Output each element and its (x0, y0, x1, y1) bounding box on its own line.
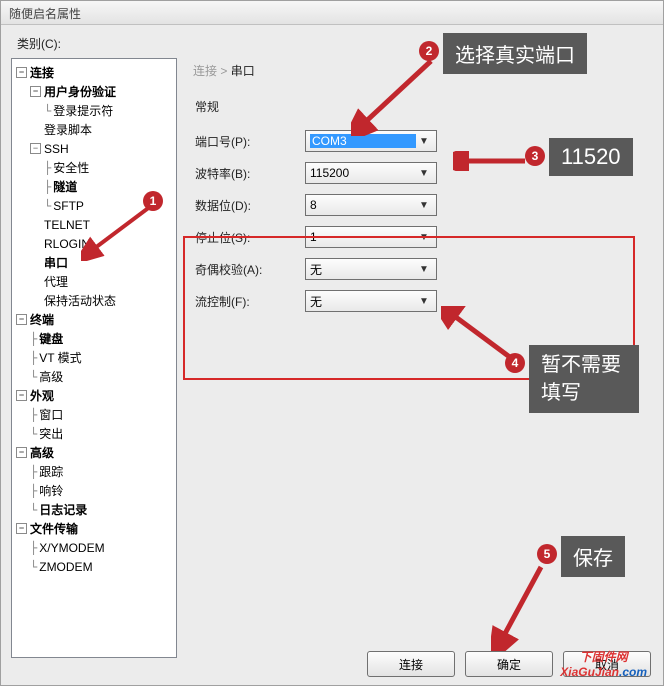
tree-trace[interactable]: ├跟踪 (28, 462, 174, 481)
baud-combo[interactable]: 115200 ▼ (305, 162, 437, 184)
tree-security[interactable]: ├安全性 (42, 158, 174, 177)
breadcrumb-current: 串口 (231, 64, 255, 78)
tree-highlight[interactable]: └突出 (28, 424, 174, 443)
tree-telnet[interactable]: TELNET (28, 215, 174, 234)
tree-prompt[interactable]: └登录提示符 (42, 101, 174, 120)
tree-serial[interactable]: 串口 (28, 253, 174, 272)
baud-value: 115200 (310, 166, 416, 180)
tree-window[interactable]: ├窗口 (28, 405, 174, 424)
collapse-icon[interactable]: − (30, 86, 41, 97)
annotation-badge-4: 4 (505, 353, 525, 373)
collapse-icon[interactable]: − (16, 67, 27, 78)
connect-button[interactable]: 连接 (367, 651, 455, 677)
tree-script[interactable]: 登录脚本 (28, 120, 174, 139)
tree-terminal[interactable]: −终端 (14, 310, 174, 329)
collapse-icon[interactable]: − (16, 447, 27, 458)
tree-appearance[interactable]: −外观 (14, 386, 174, 405)
tree-advanced-term[interactable]: └高级 (28, 367, 174, 386)
tree-keepalive[interactable]: 保持活动状态 (28, 291, 174, 310)
tree-bell[interactable]: ├响铃 (28, 481, 174, 500)
tree-connection[interactable]: −连接 (14, 63, 174, 82)
collapse-icon[interactable]: − (30, 143, 41, 154)
window-title: 随便启名属性 (9, 7, 81, 21)
tree-proxy[interactable]: 代理 (28, 272, 174, 291)
tree-keyboard[interactable]: ├键盘 (28, 329, 174, 348)
annotation-badge-3: 3 (525, 146, 545, 166)
port-value: COM3 (310, 134, 416, 148)
chevron-down-icon: ▼ (416, 168, 432, 179)
dialog-buttons: 连接 确定 取消 (367, 651, 651, 677)
databits-label: 数据位(D): (195, 197, 305, 214)
tree-logging[interactable]: └日志记录 (28, 500, 174, 519)
tree-filetransfer[interactable]: −文件传输 (14, 519, 174, 538)
tree-advanced[interactable]: −高级 (14, 443, 174, 462)
collapse-icon[interactable]: − (16, 523, 27, 534)
section-general: 常规 (195, 98, 653, 115)
chevron-down-icon: ▼ (416, 200, 432, 211)
collapse-icon[interactable]: − (16, 314, 27, 325)
annotation-text-4: 暂不需要填写 (529, 345, 639, 413)
chevron-down-icon: ▼ (416, 136, 432, 147)
ok-button[interactable]: 确定 (465, 651, 553, 677)
collapse-icon[interactable]: − (16, 390, 27, 401)
category-tree[interactable]: −连接 −用户身份验证 └登录提示符 登录脚本 −SSH ├安全性 (11, 58, 177, 658)
window-titlebar: 随便启名属性 (1, 1, 663, 25)
cancel-button[interactable]: 取消 (563, 651, 651, 677)
databits-combo[interactable]: 8 ▼ (305, 194, 437, 216)
databits-value: 8 (310, 198, 416, 212)
breadcrumb-parent: 连接 (193, 64, 217, 78)
tree-auth[interactable]: −用户身份验证 (28, 82, 174, 101)
annotation-badge-2: 2 (419, 41, 439, 61)
tree-rlogin[interactable]: RLOGIN (28, 234, 174, 253)
baud-label: 波特率(B): (195, 165, 305, 182)
annotation-text-2: 选择真实端口 (443, 33, 587, 74)
annotation-badge-1: 1 (143, 191, 163, 211)
tree-vtmode[interactable]: ├VT 模式 (28, 348, 174, 367)
tree-zmodem[interactable]: └ZMODEM (28, 557, 174, 576)
tree-xymodem[interactable]: ├X/YMODEM (28, 538, 174, 557)
port-combo[interactable]: COM3 ▼ (305, 130, 437, 152)
annotation-text-3: 11520 (549, 138, 633, 176)
port-label: 端口号(P): (195, 133, 305, 150)
tree-ssh[interactable]: −SSH (28, 139, 174, 158)
annotation-text-5: 保存 (561, 536, 625, 577)
annotation-badge-5: 5 (537, 544, 557, 564)
